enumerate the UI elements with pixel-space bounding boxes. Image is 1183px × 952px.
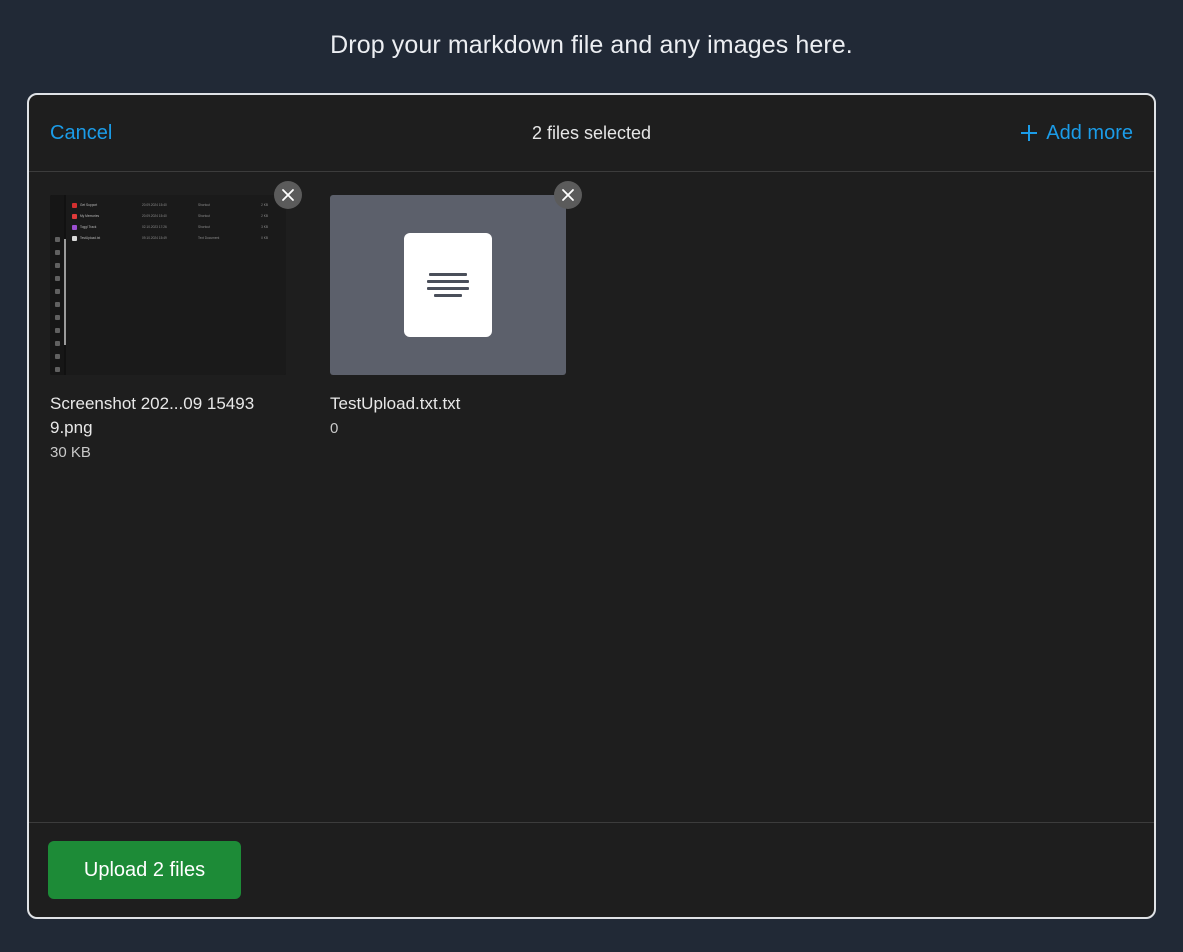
remove-file-button[interactable] bbox=[554, 181, 582, 209]
file-thumbnail-wrapper: Get Support 20.09.2024 15:40 Shortcut 2 … bbox=[50, 195, 286, 375]
thumbnail-file-row: Get Support 20.09.2024 15:40 Shortcut 2 … bbox=[72, 201, 278, 209]
thumbnail-file-size: 0 KB bbox=[248, 234, 268, 242]
thumbnail-file-size: 3 KB bbox=[248, 223, 268, 231]
document-icon bbox=[404, 233, 492, 337]
files-selected-status: 2 files selected bbox=[29, 123, 1154, 144]
thumbnail-file-type: Shortcut bbox=[198, 201, 248, 209]
file-size: 0 bbox=[330, 420, 566, 437]
plus-icon bbox=[1021, 125, 1037, 141]
page-title: Drop your markdown file and any images h… bbox=[0, 31, 1183, 60]
panel-header: Cancel 2 files selected Add more bbox=[29, 95, 1154, 172]
thumbnail-file-row: TestUpload.txt 09.10.2024 15:49 Text Doc… bbox=[72, 234, 278, 242]
close-icon bbox=[561, 188, 575, 202]
thumbnail-file-name: Toggl Track bbox=[80, 223, 142, 231]
document-thumbnail bbox=[330, 195, 566, 375]
thumbnail-sidebar-rail bbox=[50, 195, 64, 375]
thumbnail-file-size: 2 KB bbox=[248, 201, 268, 209]
thumbnail-file-type: Shortcut bbox=[198, 212, 248, 220]
image-thumbnail: Get Support 20.09.2024 15:40 Shortcut 2 … bbox=[50, 195, 286, 375]
file-type-icon bbox=[72, 203, 77, 208]
upload-button[interactable]: Upload 2 files bbox=[48, 841, 241, 899]
add-more-label: Add more bbox=[1046, 122, 1133, 145]
thumbnail-file-type: Text Document bbox=[198, 234, 248, 242]
file-name: TestUpload.txt.txt bbox=[330, 392, 566, 416]
remove-file-button[interactable] bbox=[274, 181, 302, 209]
close-icon bbox=[281, 188, 295, 202]
file-type-icon bbox=[72, 225, 77, 230]
file-upload-panel: Cancel 2 files selected Add more bbox=[27, 93, 1156, 919]
file-thumbnail-wrapper bbox=[330, 195, 566, 375]
add-more-button[interactable]: Add more bbox=[1019, 118, 1135, 149]
thumbnail-file-row: Toggl Track 02.10.2023 17:26 Shortcut 3 … bbox=[72, 223, 278, 231]
file-size: 30 KB bbox=[50, 444, 286, 461]
file-card[interactable]: TestUpload.txt.txt 0 bbox=[330, 195, 566, 461]
thumbnail-file-name: Get Support bbox=[80, 201, 142, 209]
thumbnail-file-date: 20.09.2024 15:40 bbox=[142, 201, 198, 209]
file-card[interactable]: Get Support 20.09.2024 15:40 Shortcut 2 … bbox=[50, 195, 286, 461]
thumbnail-file-size: 2 KB bbox=[248, 212, 268, 220]
thumbnail-file-date: 02.10.2023 17:26 bbox=[142, 223, 198, 231]
thumbnail-file-list: Get Support 20.09.2024 15:40 Shortcut 2 … bbox=[66, 195, 286, 375]
cancel-button[interactable]: Cancel bbox=[48, 118, 114, 149]
thumbnail-file-name: TestUpload.txt bbox=[80, 234, 142, 242]
thumbnail-file-type: Shortcut bbox=[198, 223, 248, 231]
upload-screen: Drop your markdown file and any images h… bbox=[0, 0, 1183, 952]
file-type-icon bbox=[72, 236, 77, 241]
file-name: Screenshot 202...09 15493 9.png bbox=[50, 392, 286, 440]
thumbnail-file-name: My Memories bbox=[80, 212, 142, 220]
selected-files-grid: Get Support 20.09.2024 15:40 Shortcut 2 … bbox=[29, 172, 1154, 822]
thumbnail-file-row: My Memories 20.09.2024 15:40 Shortcut 2 … bbox=[72, 212, 278, 220]
thumbnail-file-date: 20.09.2024 15:40 bbox=[142, 212, 198, 220]
panel-footer: Upload 2 files bbox=[29, 822, 1154, 917]
file-type-icon bbox=[72, 214, 77, 219]
thumbnail-file-date: 09.10.2024 15:49 bbox=[142, 234, 198, 242]
